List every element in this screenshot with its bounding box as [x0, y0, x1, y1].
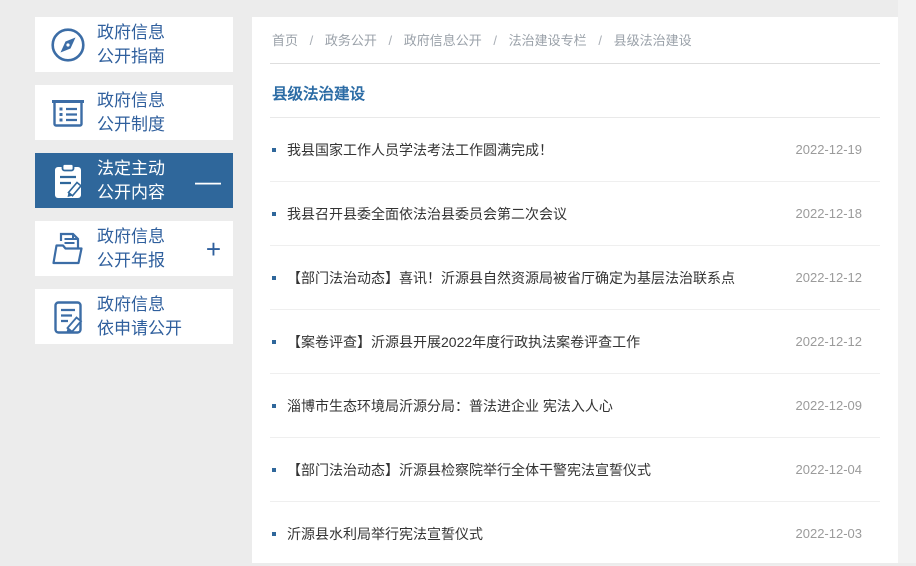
bullet-icon — [272, 211, 276, 216]
document-pencil-icon — [45, 294, 91, 340]
breadcrumb-separator: / — [388, 33, 393, 48]
compass-icon — [45, 22, 91, 68]
sidebar-item-label: 政府信息 公开指南 — [97, 22, 165, 66]
news-row[interactable]: 我县国家工作人员学法考法工作圆满完成！ 2022-12-19 — [270, 118, 880, 182]
breadcrumb: 首页 / 政务公开 / 政府信息公开 / 法治建设专栏 / 县级法治建设 — [270, 17, 880, 64]
collapse-minus-icon[interactable]: — — [195, 168, 221, 194]
right-gutter — [898, 0, 916, 563]
news-link[interactable]: 淄博市生态环境局沂源分局：普法进企业 宪法入人心 — [287, 396, 613, 416]
breadcrumb-separator: / — [309, 33, 314, 48]
main-content-panel: 首页 / 政务公开 / 政府信息公开 / 法治建设专栏 / 县级法治建设 县级法… — [252, 17, 898, 566]
sidebar: 政府信息 公开指南 政府信息 公开制度 法定主动 公开内容 — 政府信息 公开年… — [35, 17, 233, 357]
news-row[interactable]: 沂源县水利局举行宪法宣誓仪式 2022-12-03 — [270, 502, 880, 566]
news-row[interactable]: 【部门法治动态】沂源县检察院举行全体干警宪法宣誓仪式 2022-12-04 — [270, 438, 880, 502]
breadcrumb-item-home[interactable]: 首页 — [272, 33, 298, 48]
bullet-icon — [272, 467, 276, 472]
expand-plus-icon[interactable]: + — [206, 236, 221, 262]
news-link[interactable]: 我县国家工作人员学法考法工作圆满完成！ — [287, 140, 553, 160]
news-date: 2022-12-18 — [795, 206, 863, 221]
sidebar-item-label: 政府信息 公开年报 — [97, 226, 165, 270]
news-date: 2022-12-03 — [795, 526, 863, 541]
bullet-icon — [272, 147, 276, 152]
news-date: 2022-12-12 — [795, 270, 863, 285]
news-link[interactable]: 沂源县水利局举行宪法宣誓仪式 — [287, 524, 483, 544]
breadcrumb-separator: / — [493, 33, 498, 48]
breadcrumb-separator: / — [598, 33, 602, 48]
sidebar-item-label: 法定主动 公开内容 — [97, 158, 165, 202]
sidebar-item-label: 政府信息 依申请公开 — [97, 294, 182, 338]
sidebar-item-statutory-disclosure[interactable]: 法定主动 公开内容 — — [35, 153, 233, 208]
page: 政府信息 公开指南 政府信息 公开制度 法定主动 公开内容 — 政府信息 公开年… — [0, 0, 916, 566]
news-date: 2022-12-19 — [795, 142, 863, 157]
sidebar-item-disclosure-by-request[interactable]: 政府信息 依申请公开 — [35, 289, 233, 344]
news-list: 我县国家工作人员学法考法工作圆满完成！ 2022-12-19 我县召开县委全面依… — [270, 118, 880, 566]
clipboard-pencil-icon — [45, 158, 91, 204]
notebook-icon — [45, 90, 91, 136]
sidebar-item-disclosure-system[interactable]: 政府信息 公开制度 — [35, 85, 233, 140]
breadcrumb-item-current[interactable]: 县级法治建设 — [614, 33, 692, 48]
bullet-icon — [272, 339, 276, 344]
news-row[interactable]: 我县召开县委全面依法治县委员会第二次会议 2022-12-18 — [270, 182, 880, 246]
sidebar-item-annual-report[interactable]: 政府信息 公开年报 + — [35, 221, 233, 276]
breadcrumb-item-gov-info[interactable]: 政府信息公开 — [404, 33, 482, 48]
news-link[interactable]: 我县召开县委全面依法治县委员会第二次会议 — [287, 204, 567, 224]
news-row[interactable]: 淄博市生态环境局沂源分局：普法进企业 宪法入人心 2022-12-09 — [270, 374, 880, 438]
bullet-icon — [272, 403, 276, 408]
sidebar-item-label: 政府信息 公开制度 — [97, 90, 165, 134]
folder-document-icon — [45, 226, 91, 272]
breadcrumb-item-rule-of-law-column[interactable]: 法治建设专栏 — [509, 33, 587, 48]
news-date: 2022-12-09 — [795, 398, 863, 413]
news-link[interactable]: 【部门法治动态】喜讯！沂源县自然资源局被省厅确定为基层法治联系点 — [287, 268, 735, 288]
news-link[interactable]: 【部门法治动态】沂源县检察院举行全体干警宪法宣誓仪式 — [287, 460, 651, 480]
news-row[interactable]: 【部门法治动态】喜讯！沂源县自然资源局被省厅确定为基层法治联系点 2022-12… — [270, 246, 880, 310]
news-link[interactable]: 【案卷评查】沂源县开展2022年度行政执法案卷评查工作 — [287, 332, 640, 352]
sidebar-item-disclosure-guide[interactable]: 政府信息 公开指南 — [35, 17, 233, 72]
breadcrumb-item-gov-affairs[interactable]: 政务公开 — [325, 33, 377, 48]
news-date: 2022-12-12 — [795, 334, 863, 349]
news-date: 2022-12-04 — [795, 462, 863, 477]
page-title: 县级法治建设 — [270, 64, 880, 118]
bullet-icon — [272, 531, 276, 536]
news-row[interactable]: 【案卷评查】沂源县开展2022年度行政执法案卷评查工作 2022-12-12 — [270, 310, 880, 374]
bullet-icon — [272, 275, 276, 280]
